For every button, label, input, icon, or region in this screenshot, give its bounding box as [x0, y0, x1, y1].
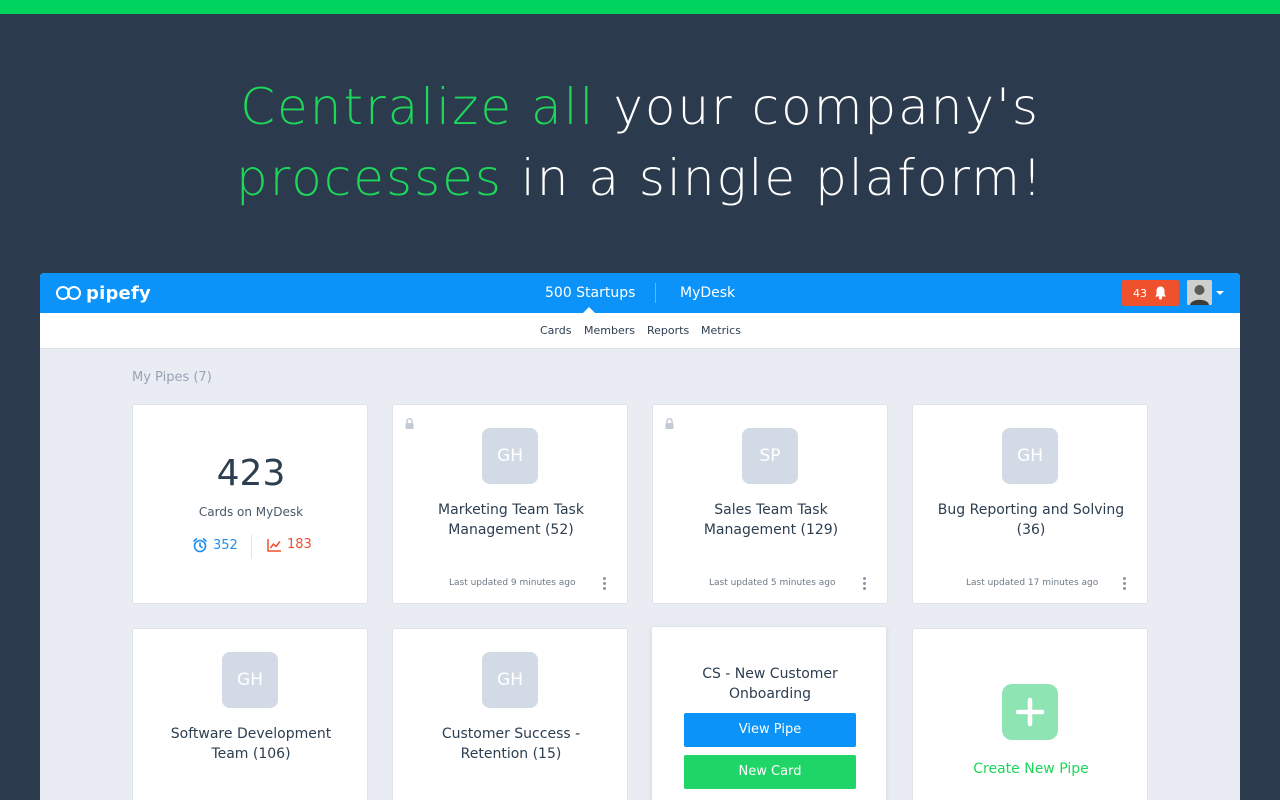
notification-count: 43: [1133, 286, 1147, 300]
more-options-icon[interactable]: [863, 577, 867, 591]
avatar[interactable]: [1187, 280, 1212, 305]
mydesk-card-label: Cards on MyDesk: [198, 505, 304, 519]
user-menu-chevron-icon[interactable]: [1216, 291, 1224, 295]
pipe-title: Sales Team Task Management (129): [703, 502, 839, 538]
pipe-card[interactable]: GH Customer Success - Retention (15): [392, 628, 628, 800]
pipe-initials-avatar: GH: [482, 428, 538, 484]
headline-text-2: in a single plaform!: [520, 149, 1044, 207]
logo-text: pipefy: [86, 282, 151, 304]
pipe-last-updated: Last updated 9 minutes ago: [449, 578, 576, 588]
more-options-icon[interactable]: [603, 577, 607, 591]
org-divider: [655, 283, 656, 303]
notifications-button[interactable]: 43: [1122, 280, 1179, 306]
pipe-card[interactable]: GH Bug Reporting and Solving (36) Last u…: [912, 404, 1148, 604]
trend-count: 183: [287, 537, 312, 552]
pipefy-logo[interactable]: pipefy: [56, 282, 151, 304]
org-tab-mydesk[interactable]: MyDesk: [680, 273, 735, 313]
alarm-clock-icon: [193, 538, 207, 553]
create-pipe-label[interactable]: Create New Pipe: [913, 761, 1149, 777]
pipe-card[interactable]: GH Marketing Team Task Management (52) L…: [392, 404, 628, 604]
more-options-icon[interactable]: [1123, 577, 1127, 591]
hero-headline: Centralize all your company's processes …: [0, 72, 1280, 214]
pipe-initials-avatar: SP: [742, 428, 798, 484]
app-window: pipefy 500 Startups MyDesk 43 Cards Memb…: [40, 273, 1240, 800]
pipe-title: Customer Success - Retention (15): [441, 726, 581, 762]
pipe-initials-avatar: GH: [222, 652, 278, 708]
subnav-metrics[interactable]: Metrics: [701, 324, 741, 337]
pipe-card-hovered[interactable]: CS - New Customer Onboarding View Pipe N…: [651, 626, 887, 800]
pipe-title: Marketing Team Task Management (52): [438, 502, 584, 538]
sub-navigation: Cards Members Reports Metrics: [40, 313, 1240, 349]
plus-icon[interactable]: [1002, 684, 1058, 740]
headline-line-2: processes in a single plaform!: [0, 143, 1280, 214]
mydesk-card[interactable]: 423 Cards on MyDesk 352 183: [132, 404, 368, 604]
section-title: My Pipes (7): [132, 370, 212, 385]
late-cards-count: 352: [213, 537, 238, 553]
lock-icon: [405, 418, 414, 429]
subnav-cards[interactable]: Cards: [540, 324, 571, 337]
trend-stat[interactable]: 183: [267, 537, 312, 552]
subnav-members[interactable]: Members: [584, 324, 635, 337]
pipe-title: Software Development Team (106): [170, 726, 332, 762]
pipe-card[interactable]: GH Software Development Team (106): [132, 628, 368, 800]
late-cards-stat[interactable]: 352: [192, 537, 238, 553]
line-chart-icon: [267, 538, 281, 552]
pipe-title: CS - New Customer Onboarding: [702, 666, 838, 702]
create-pipe-card[interactable]: Create New Pipe: [912, 628, 1148, 800]
pipe-last-updated: Last updated 5 minutes ago: [709, 578, 836, 588]
lock-icon: [665, 418, 674, 429]
pipe-title: Bug Reporting and Solving (36): [937, 502, 1125, 538]
headline-accent-1: Centralize all: [240, 78, 596, 136]
pipe-last-updated: Last updated 17 minutes ago: [966, 578, 1099, 588]
pipe-initials-avatar: GH: [482, 652, 538, 708]
pipe-card[interactable]: SP Sales Team Task Management (129) Last…: [652, 404, 888, 604]
headline-accent-2: processes: [236, 149, 503, 207]
app-header: pipefy 500 Startups MyDesk 43: [40, 273, 1240, 313]
headline-text-1: your company's: [613, 78, 1040, 136]
subnav-reports[interactable]: Reports: [647, 324, 689, 337]
stat-divider: [251, 535, 252, 559]
mydesk-card-count: 423: [216, 453, 286, 494]
top-accent-bar: [0, 0, 1280, 14]
new-card-button[interactable]: New Card: [684, 755, 856, 789]
pipe-initials-avatar: GH: [1002, 428, 1058, 484]
view-pipe-button[interactable]: View Pipe: [684, 713, 856, 747]
user-avatar-icon: [1187, 280, 1212, 305]
pipefy-logo-icon: [56, 285, 83, 301]
headline-line-1: Centralize all your company's: [0, 72, 1280, 143]
bell-icon: [1155, 286, 1166, 300]
